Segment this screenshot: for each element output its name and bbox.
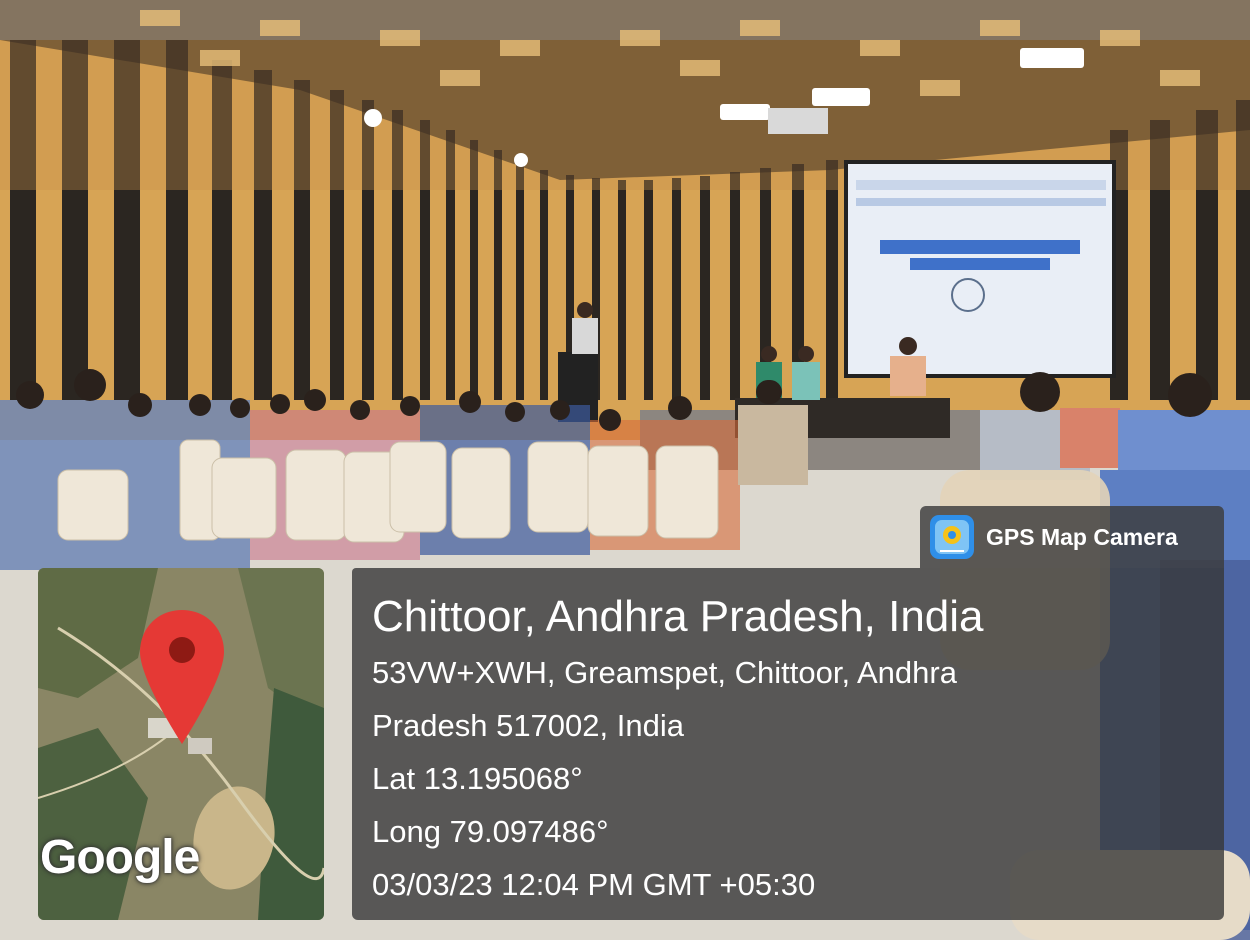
- longitude-value: Long 79.097486°: [372, 814, 609, 849]
- map-thumbnail: Google: [38, 568, 324, 920]
- address-line-2: Pradesh 517002, India: [372, 708, 684, 743]
- gps-camera-icon: [930, 515, 974, 559]
- app-name: GPS Map Camera: [986, 523, 1178, 550]
- google-logo: Google: [40, 831, 200, 884]
- location-info-panel: Chittoor, Andhra Pradesh, India 53VW+XWH…: [352, 568, 1224, 920]
- location-title: Chittoor, Andhra Pradesh, India: [372, 592, 984, 641]
- latitude-value: Lat 13.195068°: [372, 761, 583, 796]
- timestamp: 03/03/23 12:04 PM GMT +05:30: [372, 867, 816, 902]
- address-line-1: 53VW+XWH, Greamspet, Chittoor, Andhra: [372, 655, 957, 690]
- app-badge: GPS Map Camera: [920, 506, 1224, 568]
